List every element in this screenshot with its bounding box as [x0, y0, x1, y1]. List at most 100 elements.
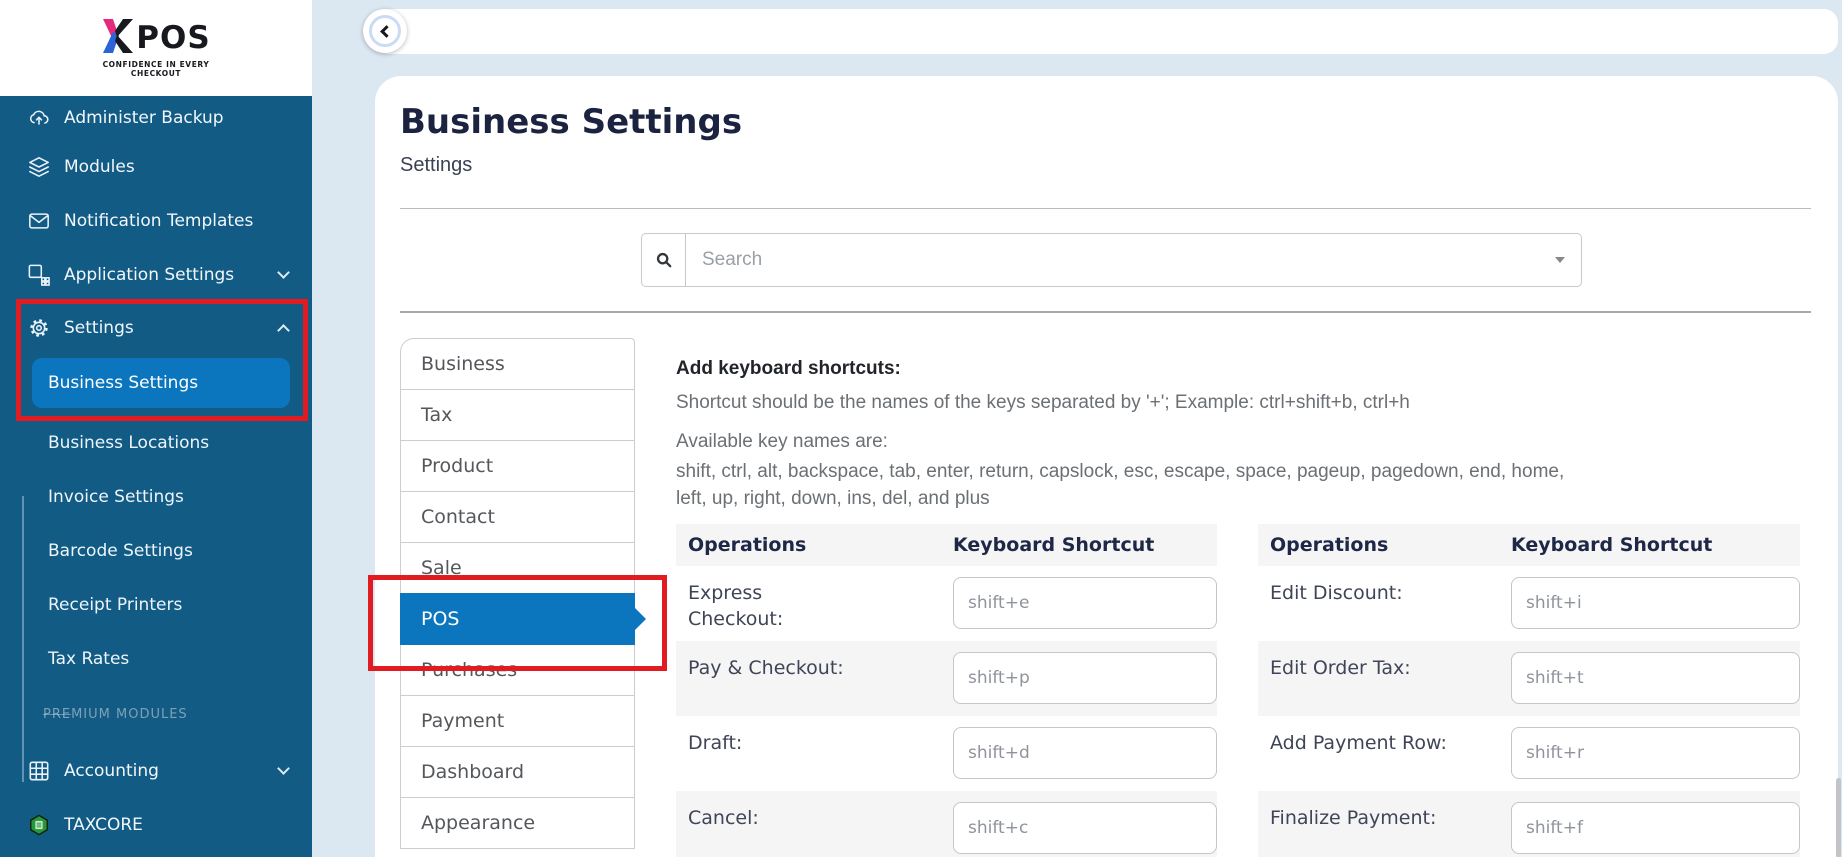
sidebar-item-label: Accounting [64, 761, 159, 781]
shortcut-input-finalize-payment[interactable] [1511, 802, 1800, 854]
shortcut-input-cancel[interactable] [953, 802, 1217, 854]
vertical-scrollbar-thumb[interactable] [1836, 778, 1841, 857]
sidebar-item-barcode-settings[interactable]: Barcode Settings [0, 524, 312, 578]
app-window-icon [28, 264, 50, 286]
logo-tagline: CONFIDENCE IN EVERY CHECKOUT [103, 60, 210, 78]
sidebar-item-label: Application Settings [64, 265, 234, 285]
sidebar-item-settings[interactable]: Settings [0, 302, 312, 354]
xpos-logo[interactable]: POS CONFIDENCE IN EVERY CHECKOUT [0, 0, 312, 96]
sidebar-item-application-settings[interactable]: Application Settings [0, 248, 312, 302]
chevron-down-icon [277, 762, 290, 775]
top-bar [375, 9, 1838, 54]
main-card: Business Settings Settings Business Tax … [375, 76, 1838, 857]
tab-sale[interactable]: Sale [400, 542, 635, 594]
shortcut-input-pay-checkout[interactable] [953, 652, 1217, 704]
sub-item-label: Tax Rates [48, 649, 129, 669]
column-header-keyboard-shortcut: Keyboard Shortcut [953, 534, 1217, 556]
submenu-guide-line [22, 496, 24, 782]
tab-dashboard[interactable]: Dashboard [400, 746, 635, 798]
operation-label: Draft: [676, 716, 953, 791]
sub-item-label: Business Locations [48, 433, 209, 453]
column-header-operations: Operations [676, 534, 953, 556]
gear-icon [28, 317, 50, 339]
sidebar-item-invoice-settings[interactable]: Invoice Settings [0, 470, 312, 524]
table-header-row: Operations Keyboard Shortcut [1258, 524, 1800, 566]
available-keys-line2: left, up, right, down, ins, del, and plu… [676, 485, 1816, 512]
sidebar-item-label: Notification Templates [64, 211, 253, 231]
column-header-keyboard-shortcut: Keyboard Shortcut [1511, 534, 1800, 556]
sidebar-item-tax-rates[interactable]: Tax Rates [0, 632, 312, 686]
tab-purchases[interactable]: Purchases [400, 644, 635, 696]
sidebar-item-receipt-printers[interactable]: Receipt Printers [0, 578, 312, 632]
keyboard-shortcuts-panel: Add keyboard shortcuts: Shortcut should … [676, 358, 1816, 512]
page-subtitle: Settings [400, 154, 472, 177]
sidebar: POS CONFIDENCE IN EVERY CHECKOUT Adminis… [0, 0, 312, 857]
chevron-left-icon [380, 25, 393, 38]
shortcut-input-edit-discount[interactable] [1511, 577, 1800, 629]
sub-item-label: Business Settings [48, 373, 198, 393]
sidebar-item-business-locations[interactable]: Business Locations [0, 416, 312, 470]
shortcut-table-left: Operations Keyboard Shortcut Express Che… [676, 524, 1217, 857]
page-title: Business Settings [400, 102, 742, 142]
sidebar-item-modules[interactable]: Modules [0, 140, 312, 194]
column-header-operations: Operations [1258, 534, 1511, 556]
shortcut-input-add-payment-row[interactable] [1511, 727, 1800, 779]
logo-text: POS [136, 20, 210, 56]
available-keys-intro: Available key names are: [676, 431, 1816, 453]
back-button[interactable] [363, 9, 407, 53]
app-root: POS CONFIDENCE IN EVERY CHECKOUT Adminis… [0, 0, 1842, 857]
sidebar-item-label: TAXCORE [64, 815, 143, 835]
chevron-down-icon [277, 266, 290, 279]
tab-product[interactable]: Product [400, 440, 635, 492]
tab-appearance[interactable]: Appearance [400, 797, 635, 849]
operation-label: Cancel: [676, 791, 953, 857]
search-input[interactable] [686, 234, 1555, 286]
tab-contact[interactable]: Contact [400, 491, 635, 543]
table-row: Add Payment Row: [1258, 716, 1800, 791]
tab-business[interactable]: Business [400, 338, 635, 390]
operation-label: Express Checkout: [676, 566, 953, 641]
search-icon [642, 234, 686, 286]
table-row: Draft: [676, 716, 1217, 791]
operation-label: Edit Discount: [1258, 566, 1511, 641]
tab-payment[interactable]: Payment [400, 695, 635, 747]
shortcuts-heading: Add keyboard shortcuts: [676, 358, 1816, 380]
premium-modules-section-label: PREMIUM MODULES [0, 704, 312, 724]
operation-label: Pay & Checkout: [676, 641, 953, 716]
sidebar-item-label: Settings [64, 318, 134, 338]
taxcore-hexagon-icon [28, 814, 50, 836]
tab-tax[interactable]: Tax [400, 389, 635, 441]
sidebar-item-administer-backup[interactable]: Administer Backup [0, 96, 312, 140]
sub-item-label: Barcode Settings [48, 541, 193, 561]
tab-pos[interactable]: POS [400, 593, 635, 645]
sub-item-label: Receipt Printers [48, 595, 182, 615]
settings-tab-list: Business Tax Product Contact Sale POS Pu… [400, 338, 635, 849]
table-header-row: Operations Keyboard Shortcut [676, 524, 1217, 566]
sidebar-item-label: Administer Backup [64, 108, 224, 128]
table-row: Pay & Checkout: [676, 641, 1217, 716]
dropdown-arrow-icon [1555, 257, 1565, 263]
sidebar-item-label: Modules [64, 157, 135, 177]
chevron-up-icon [277, 324, 290, 337]
shortcut-input-express-checkout[interactable] [953, 577, 1217, 629]
table-row: Finalize Payment: [1258, 791, 1800, 857]
table-grid-icon [28, 760, 50, 782]
shortcuts-description: Shortcut should be the names of the keys… [676, 392, 1816, 414]
table-row: Edit Discount: [1258, 566, 1800, 641]
sidebar-nav: Administer Backup Modules [0, 96, 312, 852]
section-divider [43, 714, 71, 715]
sidebar-item-taxcore[interactable]: TAXCORE [0, 798, 312, 852]
search-select[interactable] [641, 233, 1582, 287]
shortcut-input-edit-order-tax[interactable] [1511, 652, 1800, 704]
layers-icon [28, 156, 50, 178]
table-row: Express Checkout: [676, 566, 1217, 641]
sidebar-item-notification-templates[interactable]: Notification Templates [0, 194, 312, 248]
available-keys-line1: shift, ctrl, alt, backspace, tab, enter,… [676, 458, 1816, 485]
table-row: Edit Order Tax: [1258, 641, 1800, 716]
xpos-x-icon [101, 19, 135, 58]
shortcut-table-right: Operations Keyboard Shortcut Edit Discou… [1258, 524, 1800, 857]
sidebar-item-business-settings[interactable]: Business Settings [32, 358, 290, 408]
operation-label: Finalize Payment: [1258, 791, 1511, 857]
shortcut-input-draft[interactable] [953, 727, 1217, 779]
sidebar-item-accounting[interactable]: Accounting [0, 744, 312, 798]
